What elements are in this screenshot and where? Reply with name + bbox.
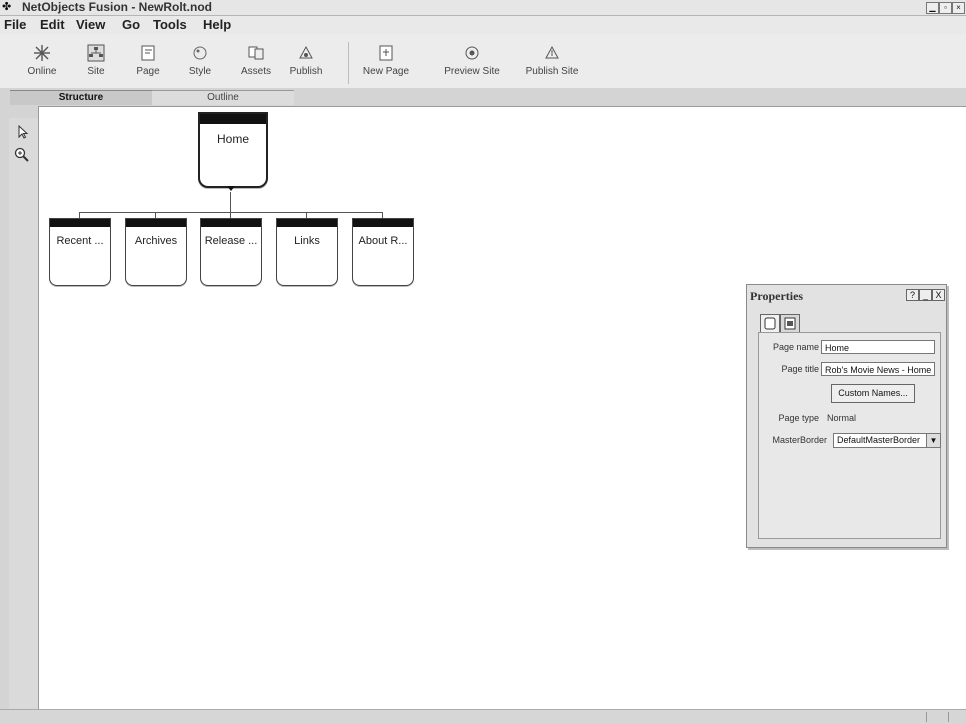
page-button[interactable]: Page: [118, 44, 178, 77]
page-node-archives[interactable]: Archives: [125, 218, 187, 286]
site-button[interactable]: Site: [66, 44, 126, 77]
properties-panel: Page name Home Page title Rob's Movie Ne…: [758, 332, 941, 539]
help-button[interactable]: ?: [906, 289, 919, 301]
page-type-label: Page type: [778, 413, 819, 423]
new-page-icon: [379, 45, 393, 61]
status-divider: [948, 712, 949, 722]
minimize-button[interactable]: _: [919, 289, 932, 301]
properties-tab-icon: [784, 317, 796, 330]
menu-edit[interactable]: Edit: [40, 17, 65, 32]
page-node-bar: [277, 219, 337, 227]
page-node-label: Release ...: [204, 235, 258, 247]
page-title-field[interactable]: Rob's Movie News - Home: [821, 362, 935, 376]
page-icon: [141, 45, 155, 61]
page-type-value: Normal: [827, 413, 857, 423]
new-page-label: New Page: [362, 66, 410, 77]
publish-label: Publish: [289, 66, 323, 77]
status-divider: [926, 712, 927, 722]
page-node-bar: [200, 114, 266, 124]
properties-palette[interactable]: Properties ? _ X Page name Home Page tit…: [746, 284, 947, 548]
minimize-icon[interactable]: ▁: [926, 2, 939, 14]
online-label: Online: [27, 66, 57, 77]
page-node-label: Home: [216, 132, 249, 146]
master-border-label: MasterBorder: [772, 435, 827, 445]
assets-icon: [248, 46, 264, 60]
view-tabs: Structure Outline: [10, 90, 294, 105]
expand-arrow-icon[interactable]: [227, 186, 235, 191]
pointer-tool-icon[interactable]: [13, 124, 31, 140]
menu-go[interactable]: Go: [122, 17, 140, 32]
toolbar-separator: [348, 42, 349, 84]
publish-button[interactable]: Publish: [276, 44, 336, 77]
tab-structure[interactable]: Structure: [10, 90, 152, 105]
page-label: Page: [136, 66, 160, 77]
close-button[interactable]: X: [932, 289, 945, 301]
properties-title: Properties: [750, 289, 804, 303]
window-title: NetObjects Fusion - NewRolt.nod: [22, 0, 213, 14]
preview-site-icon: [465, 46, 479, 60]
chevron-down-icon[interactable]: ▼: [926, 434, 940, 447]
page-node-release[interactable]: Release ...: [200, 218, 262, 286]
style-icon: [193, 46, 207, 60]
publish-site-icon: [545, 45, 559, 59]
page-node-bar: [126, 219, 186, 227]
new-page-button[interactable]: New Page: [356, 44, 416, 77]
master-border-value: DefaultMasterBorder: [837, 435, 921, 445]
publish-icon: [299, 45, 313, 59]
page-node-label: About R...: [358, 235, 408, 247]
site-label: Site: [87, 66, 105, 77]
tree-connector: [230, 192, 231, 212]
toolbar: Online Site Page Style Assets Publish Ne…: [0, 34, 966, 88]
page-node-label: Recent ...: [56, 235, 104, 247]
custom-names-button[interactable]: Custom Names...: [831, 384, 915, 403]
menu-bar: File Edit View Go Tools Help: [0, 16, 966, 34]
publish-site-button[interactable]: Publish Site: [522, 44, 582, 77]
page-node-recent[interactable]: Recent ...: [49, 218, 111, 286]
style-button[interactable]: Style: [170, 44, 230, 77]
title-bar: ✤ NetObjects Fusion - NewRolt.nod ▁ ▫ ×: [0, 0, 966, 16]
page-node-bar: [201, 219, 261, 227]
page-tab[interactable]: [760, 314, 780, 333]
menu-help[interactable]: Help: [203, 17, 231, 32]
page-node-home[interactable]: Home: [198, 112, 268, 188]
publish-site-label: Publish Site: [525, 66, 579, 77]
tool-strip: [9, 118, 38, 709]
page-node-about[interactable]: About R...: [352, 218, 414, 286]
page-name-field[interactable]: Home: [821, 340, 935, 354]
properties-tab[interactable]: [780, 314, 800, 333]
page-title-label: Page title: [781, 364, 819, 374]
menu-file[interactable]: File: [4, 17, 26, 32]
preview-site-label: Preview Site: [444, 66, 500, 77]
page-tab-icon: [764, 317, 776, 330]
page-node-bar: [353, 219, 413, 227]
online-button[interactable]: Online: [12, 44, 72, 77]
preview-site-button[interactable]: Preview Site: [442, 44, 502, 77]
status-bar: [0, 709, 966, 724]
menu-tools[interactable]: Tools: [153, 17, 187, 32]
page-node-bar: [50, 219, 110, 227]
page-node-label: Links: [294, 235, 320, 247]
tab-outline[interactable]: Outline: [152, 90, 294, 105]
maximize-icon[interactable]: ▫: [939, 2, 952, 14]
zoom-tool-icon[interactable]: [13, 146, 31, 162]
menu-view[interactable]: View: [76, 17, 105, 32]
master-border-select[interactable]: DefaultMasterBorder ▼: [833, 433, 941, 448]
site-icon: [87, 44, 105, 62]
fusion-app-icon[interactable]: ✤: [2, 1, 14, 13]
close-icon[interactable]: ×: [952, 2, 965, 14]
online-icon: [34, 45, 50, 61]
page-node-links[interactable]: Links: [276, 218, 338, 286]
style-label: Style: [188, 66, 212, 77]
page-node-label: Archives: [134, 235, 178, 247]
page-name-label: Page name: [772, 342, 819, 352]
